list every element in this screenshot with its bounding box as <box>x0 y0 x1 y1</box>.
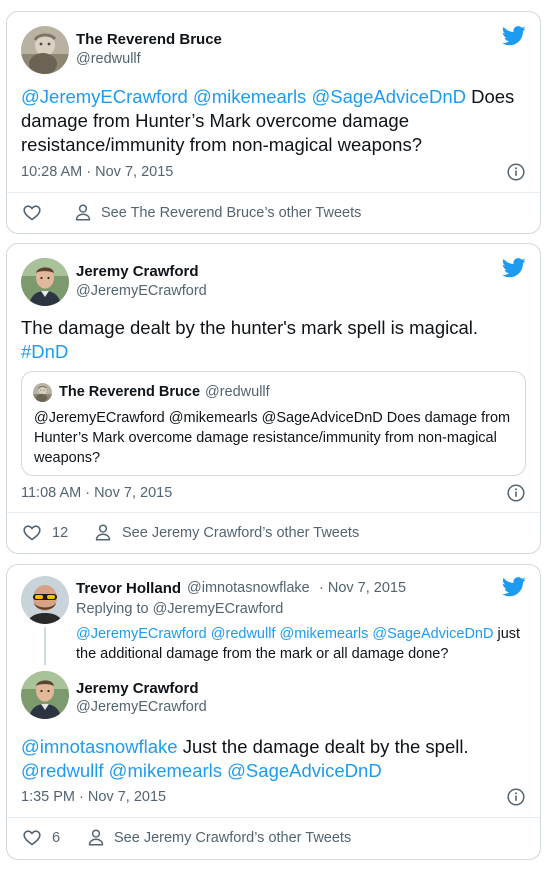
parent-date[interactable]: · Nov 7, 2015 <box>319 580 406 596</box>
thread-line <box>44 627 46 665</box>
tweet-text: @imnotasnowflake Just the damage dealt b… <box>21 735 526 783</box>
info-icon[interactable] <box>507 788 525 806</box>
divider <box>7 192 540 193</box>
avatar[interactable] <box>21 671 69 719</box>
like-count: 6 <box>52 830 61 846</box>
heart-icon[interactable] <box>23 830 41 846</box>
replying-to: Replying to @JeremyECrawford <box>76 601 284 617</box>
person-icon <box>75 204 91 221</box>
person-icon <box>95 524 111 541</box>
hashtag-link[interactable]: #DnD <box>21 341 68 362</box>
divider <box>7 512 540 513</box>
author-name[interactable]: Jeremy Crawford <box>76 263 199 280</box>
avatar[interactable] <box>21 26 69 74</box>
mention-links[interactable]: @JeremyECrawford @redwullf @mikemearls @… <box>76 626 493 642</box>
quoted-author-name: The Reverend Bruce <box>59 384 201 400</box>
other-tweets-link[interactable]: See Jeremy Crawford’s other Tweets <box>122 525 359 541</box>
timestamp[interactable]: 10:28 AM · Nov 7, 2015 <box>21 164 173 180</box>
quoted-avatar <box>33 383 52 402</box>
parent-avatar[interactable] <box>21 576 69 624</box>
quoted-text: @JeremyECrawford @mikemearls @SageAdvice… <box>34 410 511 466</box>
quoted-tweet[interactable]: The Reverend Bruce @redwullf @JeremyECra… <box>21 371 526 476</box>
mention-links[interactable]: @redwullf @mikemearls @SageAdviceDnD <box>21 760 382 781</box>
mention-link[interactable]: @imnotasnowflake <box>21 736 178 757</box>
author-handle[interactable]: @JeremyECrawford <box>76 283 207 299</box>
tweet-card[interactable]: Jeremy Crawford @JeremyECrawford The dam… <box>6 243 541 554</box>
twitter-bird-icon[interactable] <box>502 577 526 597</box>
divider <box>7 817 540 818</box>
twitter-bird-icon[interactable] <box>502 258 526 278</box>
info-icon[interactable] <box>507 484 525 502</box>
mention-links[interactable]: @JeremyECrawford @mikemearls @SageAdvice… <box>21 86 466 107</box>
author-handle[interactable]: @redwullf <box>76 51 141 67</box>
tweet-text: The damage dealt by the hunter's mark sp… <box>21 316 526 364</box>
tweet-body: The damage dealt by the hunter's mark sp… <box>21 317 479 338</box>
timestamp[interactable]: 11:08 AM · Nov 7, 2015 <box>21 485 172 501</box>
other-tweets-link[interactable]: See Jeremy Crawford’s other Tweets <box>114 830 351 846</box>
author-name[interactable]: Jeremy Crawford <box>76 680 199 697</box>
replying-to-link[interactable]: @JeremyECrawford <box>153 601 284 617</box>
tweet-body: Just the damage dealt by the spell. <box>177 736 469 757</box>
author-handle[interactable]: @JeremyECrawford <box>76 699 207 715</box>
heart-icon[interactable] <box>23 525 41 541</box>
parent-text: @JeremyECrawford @redwullf @mikemearls @… <box>76 624 528 664</box>
other-tweets-link[interactable]: See The Reverend Bruce’s other Tweets <box>101 205 361 221</box>
twitter-bird-icon[interactable] <box>502 26 526 46</box>
tweet-card[interactable]: The Reverend Bruce @redwullf @JeremyECra… <box>6 11 541 234</box>
quoted-author-handle: @redwullf <box>205 384 270 400</box>
timestamp[interactable]: 1:35 PM · Nov 7, 2015 <box>21 789 166 805</box>
like-count: 12 <box>52 525 69 541</box>
heart-icon[interactable] <box>23 205 41 221</box>
avatar[interactable] <box>21 258 69 306</box>
parent-author-name[interactable]: Trevor Holland <box>76 580 181 597</box>
person-icon <box>88 829 104 846</box>
parent-author-handle[interactable]: @imnotasnowflake <box>187 580 310 596</box>
tweet-card[interactable]: Trevor Holland @imnotasnowflake · Nov 7,… <box>6 564 541 860</box>
author-name[interactable]: The Reverend Bruce <box>76 31 222 48</box>
info-icon[interactable] <box>507 163 525 181</box>
tweet-text: @JeremyECrawford @mikemearls @SageAdvice… <box>21 85 526 157</box>
